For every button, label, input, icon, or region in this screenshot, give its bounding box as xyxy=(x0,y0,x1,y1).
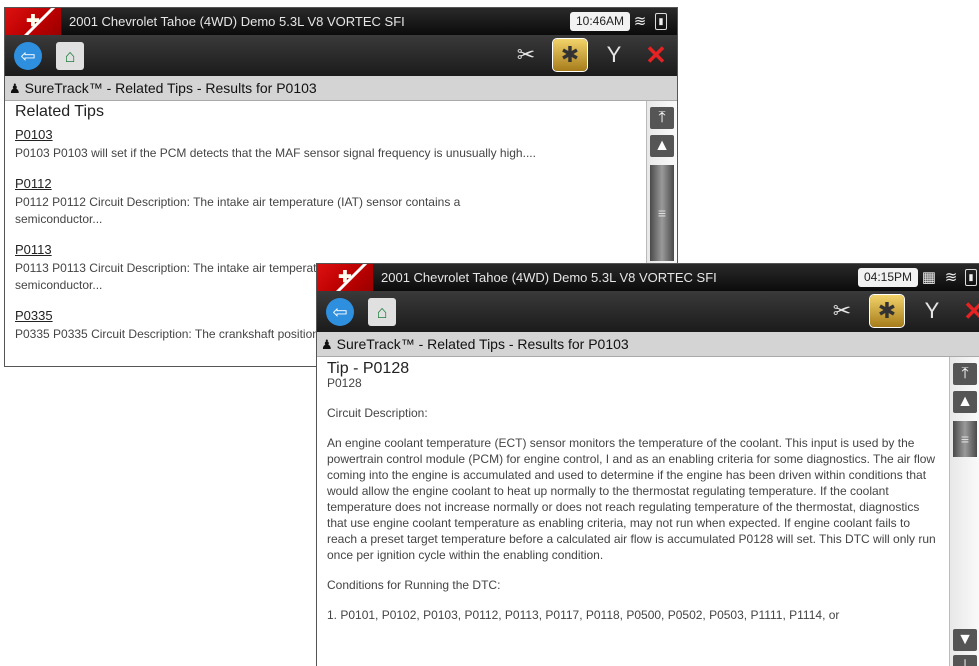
exit-x-icon: ✕ xyxy=(645,40,667,70)
clock: 04:15PM xyxy=(858,268,919,287)
suretrack-icon: ♟ xyxy=(9,81,21,96)
toolbar: ⇦ ⌂ ✂ ✱ Y ✕ xyxy=(317,291,979,332)
back-button[interactable]: ⇦ xyxy=(11,39,45,71)
tip-summary: P0103 P0103 will set if the PCM detects … xyxy=(15,146,536,160)
vehicle-title: 2001 Chevrolet Tahoe (4WD) Demo 5.3L V8 … xyxy=(69,14,405,29)
scroll-up-button[interactable]: ▲ xyxy=(953,391,977,413)
wrench-button[interactable]: Y xyxy=(597,39,631,71)
page-title: Related Tips xyxy=(15,103,104,120)
scrollbar[interactable]: ⤒ ▲ ≡ ▼ ⤓ xyxy=(949,357,979,666)
back-button[interactable]: ⇦ xyxy=(323,295,357,327)
scroll-bottom-button[interactable]: ⤓ xyxy=(953,655,977,666)
tip-link[interactable]: P0103 xyxy=(15,127,637,142)
scanner-logo-icon: ✚ xyxy=(317,264,373,291)
wrench-icon: Y xyxy=(924,298,940,323)
settings-tools-button[interactable]: ✱ xyxy=(869,294,905,328)
breadcrumb: ♟ SureTrack™ - Related Tips - Results for… xyxy=(5,76,677,101)
back-arrow-icon: ⇦ xyxy=(14,42,42,70)
title-bar: ✚ 2001 Chevrolet Tahoe (4WD) Demo 5.3L V… xyxy=(5,8,677,35)
home-icon: ⌂ xyxy=(56,42,84,70)
home-button[interactable]: ⌂ xyxy=(365,295,399,327)
toolbar: ⇦ ⌂ ✂ ✱ Y ✕ xyxy=(5,35,677,76)
signal-icon: ▦ xyxy=(921,269,937,286)
exit-button[interactable]: ✕ xyxy=(639,39,673,71)
tip-body: An engine coolant temperature (ECT) sens… xyxy=(327,436,936,562)
wrench-screwdriver-icon: ✂ xyxy=(832,298,852,323)
tip-item: P0112 P0112 P0112 Circuit Description: T… xyxy=(15,176,637,228)
scroll-up-button[interactable]: ▲ xyxy=(650,135,674,157)
wifi-icon: ≋ xyxy=(944,269,958,286)
battery-icon: ▮ xyxy=(655,13,667,30)
wifi-icon: ≋ xyxy=(633,13,647,30)
gear-tools-icon: ✱ xyxy=(877,298,897,323)
wrench-icon: Y xyxy=(606,42,622,67)
exit-button[interactable]: ✕ xyxy=(957,295,979,327)
gear-tools-icon: ✱ xyxy=(560,42,580,67)
suretrack-icon: ♟ xyxy=(321,337,333,352)
tip-link[interactable]: P0113 xyxy=(15,242,637,257)
breadcrumb-text: SureTrack™ - Related Tips - Results for … xyxy=(24,80,317,96)
wrench-button[interactable]: Y xyxy=(915,295,949,327)
vehicle-title: 2001 Chevrolet Tahoe (4WD) Demo 5.3L V8 … xyxy=(381,270,717,285)
tip-code: P0128 xyxy=(327,376,362,390)
condition-item: 1. P0101, P0102, P0103, P0112, P0113, P0… xyxy=(327,608,840,622)
tools-button[interactable]: ✂ xyxy=(825,295,859,327)
home-icon: ⌂ xyxy=(368,298,396,326)
clock: 10:46AM xyxy=(570,12,631,31)
title-bar: ✚ 2001 Chevrolet Tahoe (4WD) Demo 5.3L V… xyxy=(317,264,979,291)
tip-detail-content: Tip - P0128 P0128 Circuit Description: A… xyxy=(317,357,950,666)
tools-button[interactable]: ✂ xyxy=(509,39,543,71)
section-heading: Circuit Description: xyxy=(327,406,428,420)
wrench-screwdriver-icon: ✂ xyxy=(516,42,536,67)
exit-x-icon: ✕ xyxy=(963,296,979,326)
breadcrumb-text: SureTrack™ - Related Tips - Results for … xyxy=(336,336,629,352)
tip-detail-window: ✚ 2001 Chevrolet Tahoe (4WD) Demo 5.3L V… xyxy=(316,263,979,666)
tip-link[interactable]: P0112 xyxy=(15,176,637,191)
settings-tools-button[interactable]: ✱ xyxy=(552,38,588,72)
battery-icon: ▮ xyxy=(965,269,977,286)
breadcrumb: ♟ SureTrack™ - Related Tips - Results for… xyxy=(317,332,979,357)
tip-item: P0103 P0103 P0103 will set if the PCM de… xyxy=(15,127,637,162)
home-button[interactable]: ⌂ xyxy=(53,39,87,71)
scroll-thumb[interactable]: ≡ xyxy=(650,165,674,261)
back-arrow-icon: ⇦ xyxy=(326,298,354,326)
scroll-top-button[interactable]: ⤒ xyxy=(953,363,977,385)
tip-summary: P0112 P0112 Circuit Description: The int… xyxy=(15,195,461,226)
scroll-thumb[interactable]: ≡ xyxy=(953,421,977,457)
scroll-down-button[interactable]: ▼ xyxy=(953,629,977,651)
scanner-logo-icon: ✚ xyxy=(5,8,61,35)
section-heading: Conditions for Running the DTC: xyxy=(327,578,501,592)
scroll-top-button[interactable]: ⤒ xyxy=(650,107,674,129)
